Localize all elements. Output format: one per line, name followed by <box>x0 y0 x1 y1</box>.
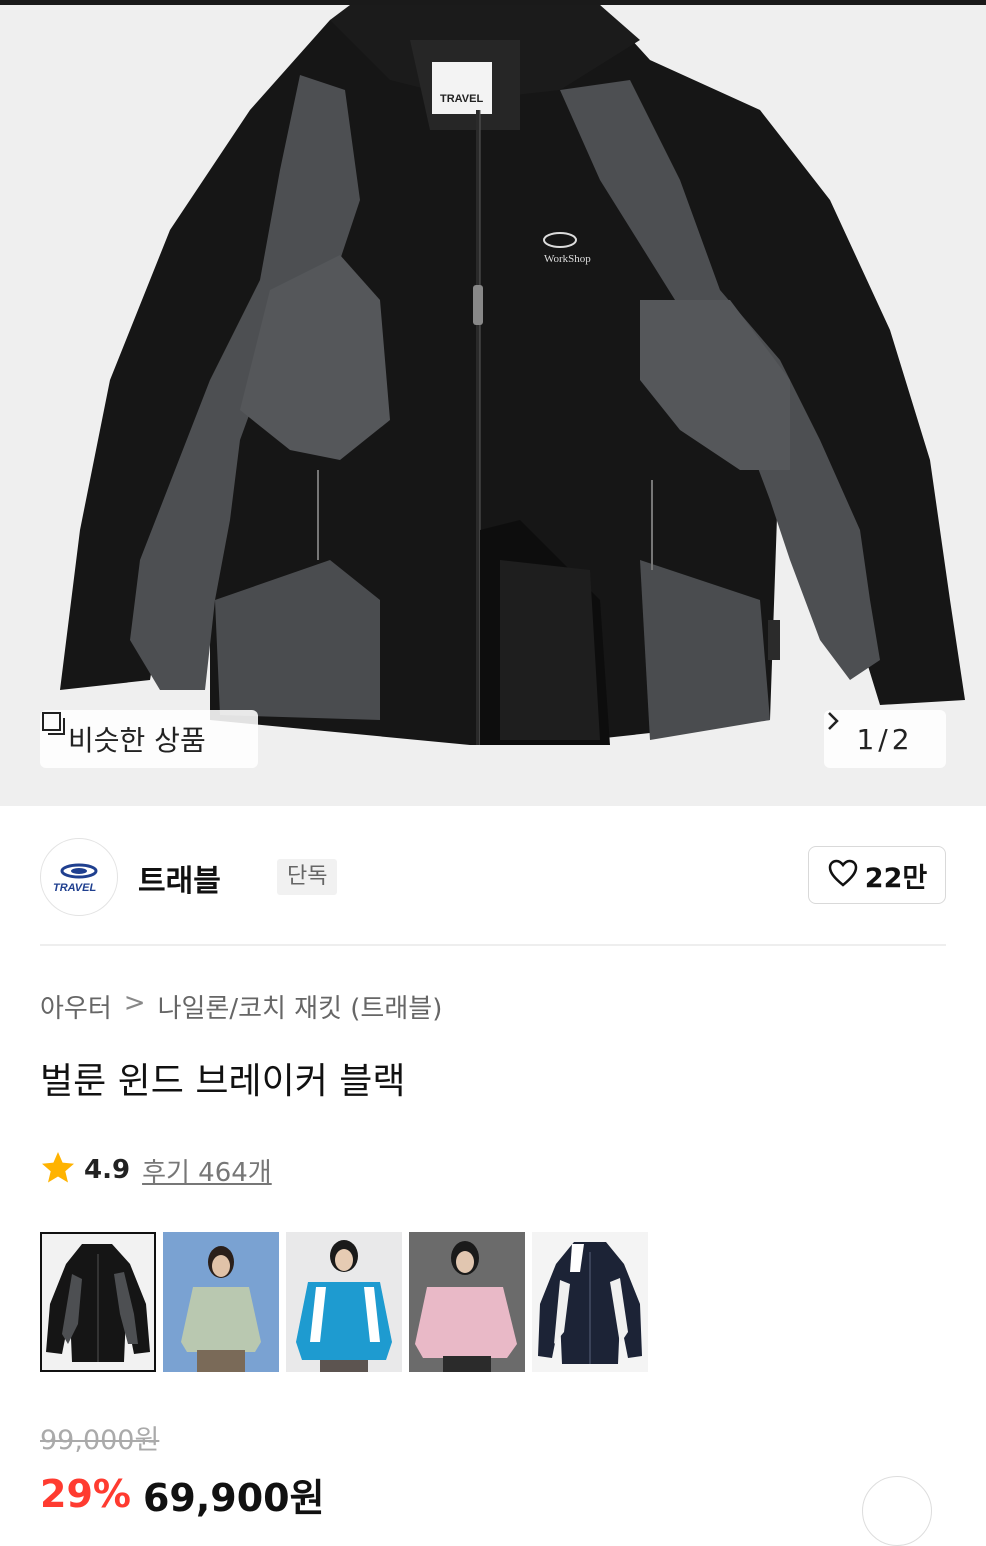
svg-text:WorkShop: WorkShop <box>544 253 591 265</box>
breadcrumb-separator: > <box>123 988 146 1018</box>
star-icon <box>40 1150 76 1190</box>
breadcrumb-item-outer[interactable]: 아우터 <box>40 988 112 1025</box>
brand-name[interactable]: 트래블 <box>138 856 221 900</box>
original-price: 99,000원 <box>40 1425 160 1456</box>
sale-price-row: 29% 69,900원 <box>40 1464 325 1524</box>
like-count: 22만 <box>864 862 928 894</box>
product-title: 벌룬 윈드 브레이커 블랙 <box>40 1061 406 1102</box>
exclusive-badge: 단독 <box>277 859 338 895</box>
sale-price: 69,900원 <box>142 1475 325 1520</box>
similar-products-label: 비슷한 상품 <box>68 724 206 757</box>
thumbnail-navy-white[interactable] <box>532 1232 648 1372</box>
floating-action-button[interactable] <box>862 1476 932 1546</box>
divider <box>40 944 946 946</box>
rating-score: 4.9 <box>84 1155 131 1185</box>
thumbnail-blue-model[interactable] <box>286 1232 402 1372</box>
brand-logo[interactable]: TRAVEL <box>40 838 118 916</box>
pager-total: 2 <box>891 722 910 756</box>
breadcrumb: 아우터 > 나일론/코치 재킷 (트래블) <box>40 988 442 1025</box>
svg-text:TRAVEL: TRAVEL <box>440 93 483 105</box>
thumbnail-pink-model[interactable] <box>409 1232 525 1372</box>
pager-current: 1 <box>856 722 875 756</box>
jacket-illustration: TRAVEL WorkShop <box>60 5 965 745</box>
heart-icon <box>827 858 859 892</box>
brand-row: TRAVEL 트래블 단독 22만 <box>40 838 946 918</box>
like-button[interactable]: 22만 <box>808 846 946 904</box>
rating-row: 4.9 후기 464개 <box>40 1150 272 1190</box>
image-pager[interactable]: 1 / 2 <box>824 710 946 768</box>
svg-text:TRAVEL: TRAVEL <box>53 882 96 894</box>
discount-rate: 29% <box>40 1472 131 1516</box>
thumbnail-black-grey[interactable] <box>40 1232 156 1372</box>
thumbnail-mint-model[interactable] <box>163 1232 279 1372</box>
similar-products-button[interactable]: 비슷한 상품 <box>40 710 258 768</box>
product-hero-image[interactable]: TRAVEL WorkShop 비슷한 상품 1 / 2 <box>0 0 986 806</box>
thumbnail-strip <box>40 1232 648 1372</box>
breadcrumb-item-category[interactable]: 나일론/코치 재킷 (트래블) <box>158 988 443 1025</box>
review-count-link[interactable]: 후기 464개 <box>142 1152 272 1189</box>
pager-separator: / <box>878 722 888 756</box>
